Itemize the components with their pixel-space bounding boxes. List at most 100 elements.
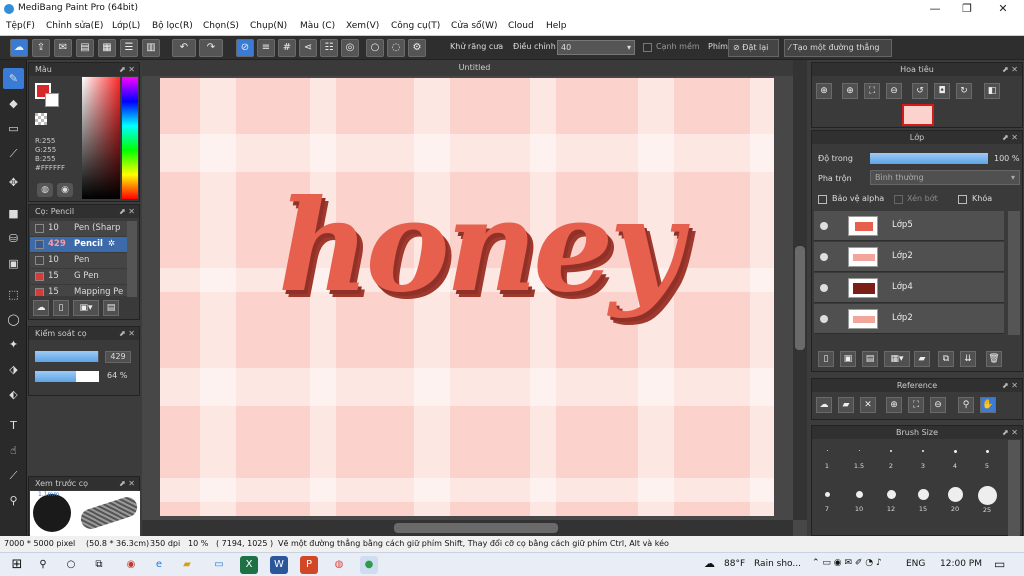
minimize-button[interactable]: — (920, 1, 950, 17)
expand-icon[interactable]: ⬈ ✕ (1002, 426, 1018, 439)
rotate-left-icon[interactable]: ↺ (912, 83, 928, 99)
redo-icon[interactable]: ↷ (199, 39, 223, 57)
brush-size-preset[interactable]: 1 (812, 450, 842, 470)
brush-item[interactable]: 15 G Pen (30, 269, 136, 284)
snap-off-icon[interactable]: ⊘ (236, 39, 254, 57)
brush-list-scrollbar[interactable] (127, 221, 137, 297)
reference-zoom-in-icon[interactable]: ⊕ (886, 397, 902, 413)
brush-cloud-icon[interactable]: ☁ (33, 300, 49, 316)
upload-icon[interactable]: ⇪ (32, 39, 50, 57)
protect-alpha-checkbox[interactable] (818, 195, 827, 204)
reset-view-icon[interactable]: ◘ (934, 83, 950, 99)
flip-icon[interactable]: ◧ (984, 83, 1000, 99)
chrome-icon[interactable]: ◍ (330, 556, 348, 574)
task-view-icon[interactable]: ⧉ (90, 556, 108, 574)
secondary-color-swatch[interactable] (45, 93, 59, 107)
layer-row[interactable]: Lớp5 (814, 211, 1004, 241)
new-halftone-layer-icon[interactable]: ▣ (840, 351, 856, 367)
new-layer-icon[interactable]: ▯ (818, 351, 834, 367)
size-value[interactable]: 429 (105, 351, 131, 363)
blend-mode-select[interactable]: Bình thường ▾ (870, 170, 1020, 185)
excel-icon[interactable]: X (240, 556, 258, 574)
brush-size-preset[interactable]: 1.5 (844, 450, 874, 470)
layer-row[interactable]: Lớp2 (814, 304, 1004, 334)
expand-icon[interactable]: ⬈ ✕ (119, 477, 135, 490)
brush-menu-icon[interactable]: ▣▾ (73, 300, 99, 316)
zoom-reset-icon[interactable]: ⊕ (816, 83, 832, 99)
menu-file[interactable]: Tệp(F) (6, 21, 35, 31)
bucket-tool-icon[interactable]: ⛁ (3, 228, 24, 249)
fill-rect-tool-icon[interactable]: ■ (3, 203, 24, 224)
visibility-icon[interactable] (820, 315, 828, 323)
snap-concentric-icon[interactable]: ◎ (341, 39, 359, 57)
layer-list-scrollbar[interactable] (1008, 211, 1020, 335)
saturation-box[interactable] (82, 77, 120, 199)
duplicate-layer-icon[interactable]: ⧉ (938, 351, 954, 367)
gear-icon[interactable]: ✲ (108, 237, 115, 252)
menu-edit[interactable]: Chỉnh sửa(E) (46, 21, 103, 31)
reference-open-icon[interactable]: ▰ (838, 397, 854, 413)
menu-help[interactable]: Help (546, 21, 567, 31)
notification-icon[interactable]: ▭ (994, 557, 1005, 571)
expand-icon[interactable]: ⬈ ✕ (1002, 63, 1018, 76)
snap-curve-icon[interactable]: ◌ (387, 39, 405, 57)
transparent-swatch[interactable] (35, 113, 47, 125)
lock-checkbox[interactable] (958, 195, 967, 204)
file-explorer-icon[interactable]: ▰ (178, 556, 196, 574)
text-tool-icon[interactable]: T (3, 415, 24, 436)
word-icon[interactable]: W (270, 556, 288, 574)
brush-delete-icon[interactable]: ▤ (103, 300, 119, 316)
brush-item-selected[interactable]: 429 Pencil ✲ (30, 237, 136, 252)
menu-view[interactable]: Xem(V) (346, 21, 379, 31)
layer-row[interactable]: Lớp4 (814, 273, 1004, 303)
expand-icon[interactable]: ⬈ ✕ (119, 205, 135, 218)
horizontal-scrollbar[interactable] (142, 520, 793, 536)
divide-tool-icon[interactable]: ⟋ (3, 465, 24, 486)
close-button[interactable]: ✕ (988, 1, 1018, 17)
operation-tool-icon[interactable]: ☝ (3, 440, 24, 461)
visibility-icon[interactable] (820, 222, 828, 230)
brush-size-scrollbar[interactable] (1008, 440, 1020, 536)
weather-text[interactable]: Rain sho... (754, 559, 801, 569)
brush-tool-icon[interactable]: ✎ (3, 68, 24, 89)
brush-size-preset[interactable]: 5 (972, 450, 1002, 470)
line-tool-icon[interactable]: ⟋ (3, 143, 24, 164)
snap-parallel-icon[interactable]: ≡ (257, 39, 275, 57)
layer-menu-icon[interactable]: ▦▾ (884, 351, 910, 367)
rotate-right-icon[interactable]: ↻ (956, 83, 972, 99)
select-tool-icon[interactable]: ⬚ (3, 284, 24, 305)
snap-lines-icon[interactable]: ☷ (320, 39, 338, 57)
rectangle-tool-icon[interactable]: ▭ (3, 118, 24, 139)
brush-size-preset[interactable]: 15 (908, 486, 938, 513)
horizontal-scroll-thumb[interactable] (394, 523, 558, 533)
document-tab[interactable]: Untitled (142, 60, 807, 76)
brush-size-preset[interactable]: 2 (876, 450, 906, 470)
menu-cloud[interactable]: Cloud (508, 21, 534, 31)
comment-icon[interactable]: ✉ (54, 39, 72, 57)
visibility-icon[interactable] (820, 284, 828, 292)
cortana-icon[interactable]: ○ (62, 556, 80, 574)
input-language[interactable]: ENG (906, 559, 925, 569)
brush-size-preset[interactable]: 20 (940, 486, 970, 513)
palette-icon[interactable]: ◍ (37, 183, 53, 197)
color-mix-icon[interactable]: ◉ (57, 183, 73, 197)
brush-item[interactable]: 10 Pen (30, 253, 136, 268)
search-icon[interactable]: ⚲ (34, 556, 52, 574)
panel-icon[interactable]: ▤ (76, 39, 94, 57)
powerpoint-icon[interactable]: P (300, 556, 318, 574)
select-pen-icon[interactable]: ⬗ (3, 359, 24, 380)
brush-size-preset[interactable]: 7 (812, 486, 842, 513)
correction-select[interactable]: 40 ▾ (557, 40, 635, 55)
menu-layer[interactable]: Lớp(L) (112, 21, 140, 31)
snap-cross-icon[interactable]: # (278, 39, 296, 57)
eraser-tool-icon[interactable]: ◆ (3, 93, 24, 114)
reference-eyedropper-icon[interactable]: ⚲ (958, 397, 974, 413)
brush-item[interactable]: 15 Mapping Pe (30, 285, 136, 296)
snap-radial-icon[interactable]: ⋖ (299, 39, 317, 57)
expand-icon[interactable]: ⬈ ✕ (1002, 379, 1018, 392)
brush-size-preset[interactable]: 3 (908, 450, 938, 470)
page-icon[interactable]: ▦ (98, 39, 116, 57)
reference-hand-icon[interactable]: ✋ (980, 397, 996, 413)
brush-size-preset[interactable]: 10 (844, 486, 874, 513)
size-slider[interactable] (35, 351, 99, 362)
